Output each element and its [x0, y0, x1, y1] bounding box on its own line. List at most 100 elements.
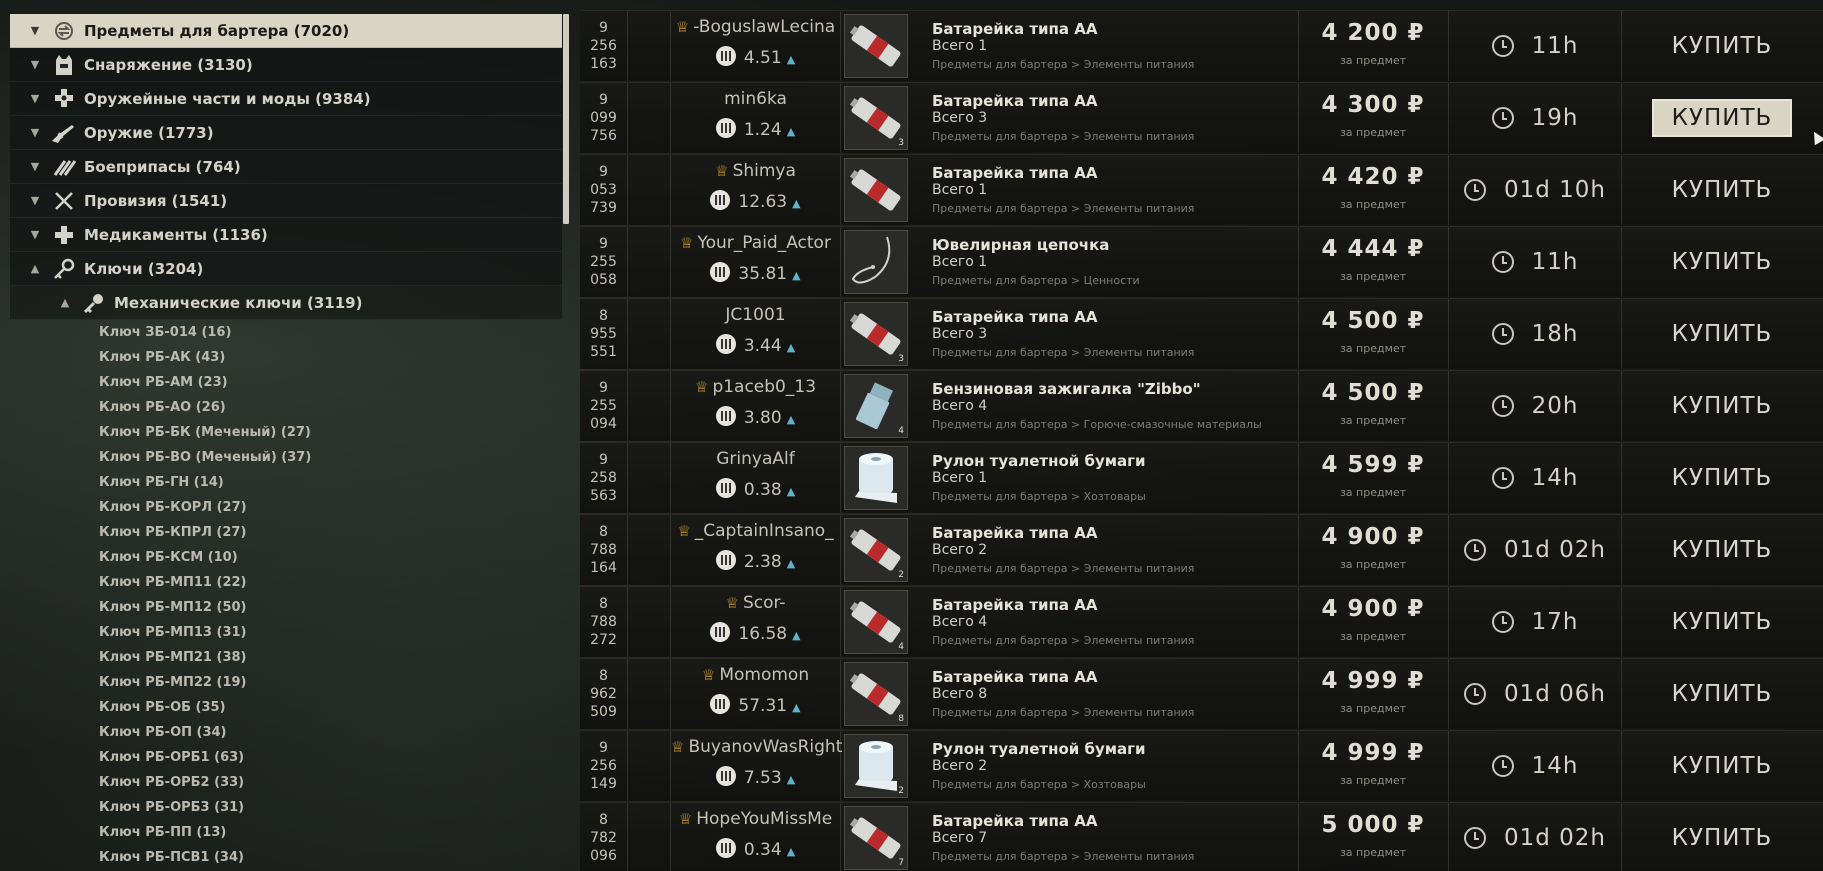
chevron-down-icon[interactable]: ▼ [20, 58, 50, 71]
key-list-item[interactable]: Ключ РБ-ОП (34) [10, 720, 562, 745]
seller-cell[interactable]: ♕ p1aceb0_13 3.80 ▲ [671, 371, 841, 441]
seller-cell[interactable]: ♕ HopeYouMissMe 0.34 ▲ [671, 803, 841, 871]
seller-name-line[interactable]: ♕ -BoguslawLecina [671, 17, 840, 37]
chevron-down-icon[interactable]: ▼ [20, 160, 50, 173]
chevron-down-icon[interactable]: ▼ [20, 92, 50, 105]
item-name[interactable]: Бензиновая зажигалка "Zibbo" [932, 380, 1201, 398]
seller-cell[interactable]: GrinyaAlf 0.38 ▲ [671, 443, 841, 513]
seller-cell[interactable]: JC1001 3.44 ▲ [671, 299, 841, 369]
seller-name[interactable]: GrinyaAlf [716, 449, 794, 469]
chevron-up-icon[interactable]: ▲ [50, 296, 80, 309]
seller-name-line[interactable]: ♕ _CaptainInsano_ [671, 521, 840, 541]
seller-name-line[interactable]: min6ka [671, 89, 840, 109]
chevron-up-icon[interactable]: ▲ [20, 262, 50, 275]
seller-cell[interactable]: ♕ Momomon 57.31 ▲ [671, 659, 841, 729]
buy-button[interactable]: КУПИТЬ [1656, 27, 1789, 65]
chevron-down-icon[interactable]: ▼ [20, 24, 50, 37]
seller-name[interactable]: Shimya [733, 161, 796, 181]
item-name[interactable]: Батарейка типа АА [932, 92, 1097, 110]
buy-button[interactable]: КУПИТЬ [1656, 747, 1789, 785]
seller-name-line[interactable]: ♕ p1aceb0_13 [671, 377, 840, 397]
key-list-item[interactable]: Ключ РБ-АМ (23) [10, 370, 562, 395]
buy-button[interactable]: КУПИТЬ [1656, 603, 1789, 641]
seller-name[interactable]: min6ka [724, 89, 787, 109]
key-list-item[interactable]: Ключ РБ-ВО (Меченый) (37) [10, 445, 562, 470]
seller-name[interactable]: _CaptainInsano_ [695, 521, 834, 541]
category-cutlery[interactable]: ▼ Провизия (1541) [10, 184, 562, 218]
key-list-item[interactable]: Ключ РБ-МП22 (19) [10, 670, 562, 695]
item-thumbnail[interactable]: 2 [844, 518, 908, 582]
category-gear-vest[interactable]: ▼ Снаряжение (3130) [10, 48, 562, 82]
seller-cell[interactable]: ♕ Your_Paid_Actor 35.81 ▲ [671, 227, 841, 297]
buy-button[interactable]: КУПИТЬ [1656, 531, 1789, 569]
seller-name[interactable]: -BoguslawLecina [693, 17, 835, 37]
key-list-item[interactable]: Ключ РБ-ПП (13) [10, 820, 562, 845]
buy-button[interactable]: КУПИТЬ [1656, 387, 1789, 425]
key-list-item[interactable]: Ключ РБ-ОРБ1 (63) [10, 745, 562, 770]
buy-button[interactable]: КУПИТЬ [1656, 675, 1789, 713]
buy-button[interactable]: КУПИТЬ [1656, 243, 1789, 281]
seller-name[interactable]: HopeYouMissMe [696, 809, 832, 829]
item-thumbnail[interactable] [844, 446, 908, 510]
seller-name[interactable]: Your_Paid_Actor [698, 233, 831, 253]
seller-name[interactable]: JC1001 [725, 305, 785, 325]
chevron-down-icon[interactable]: ▼ [20, 228, 50, 241]
key-list-item[interactable]: Ключ РБ-АО (26) [10, 395, 562, 420]
item-name[interactable]: Батарейка типа АА [932, 308, 1097, 326]
buy-button[interactable]: КУПИТЬ [1656, 171, 1789, 209]
key-list-item[interactable]: Ключ ЗБ-014 (16) [10, 320, 562, 345]
sidebar-scrollbar[interactable] [563, 14, 569, 224]
key-list-item[interactable]: Ключ РБ-МП21 (38) [10, 645, 562, 670]
item-name[interactable]: Батарейка типа АА [932, 20, 1097, 38]
seller-name[interactable]: Scor- [743, 593, 786, 613]
seller-name-line[interactable]: GrinyaAlf [671, 449, 840, 469]
key-list-item[interactable]: Ключ РБ-ОБ (35) [10, 695, 562, 720]
category-weapon-mods[interactable]: ▼ Оружейные части и моды (9384) [10, 82, 562, 116]
seller-name-line[interactable]: ♕ HopeYouMissMe [671, 809, 840, 829]
item-name[interactable]: Рулон туалетной бумаги [932, 740, 1145, 758]
key-list-item[interactable]: Ключ РБ-АК (43) [10, 345, 562, 370]
seller-cell[interactable]: ♕ Scor- 16.58 ▲ [671, 587, 841, 657]
category-medical[interactable]: ▼ Медикаменты (1136) [10, 218, 562, 252]
key-list-item[interactable]: Ключ РБ-КОРЛ (27) [10, 495, 562, 520]
key-list-item[interactable]: Ключ РБ-МП11 (22) [10, 570, 562, 595]
chevron-down-icon[interactable]: ▼ [20, 126, 50, 139]
item-name[interactable]: Ювелирная цепочка [932, 236, 1109, 254]
item-thumbnail[interactable] [844, 14, 908, 78]
item-name[interactable]: Батарейка типа АА [932, 524, 1097, 542]
item-thumbnail[interactable]: 3 [844, 86, 908, 150]
seller-name-line[interactable]: ♕ Momomon [671, 665, 840, 685]
seller-cell[interactable]: ♕ _CaptainInsano_ 2.38 ▲ [671, 515, 841, 585]
chevron-down-icon[interactable]: ▼ [20, 194, 50, 207]
seller-name-line[interactable]: ♕ Your_Paid_Actor [671, 233, 840, 253]
seller-name-line[interactable]: ♕ BuyanovWasRight [671, 737, 842, 757]
seller-name[interactable]: p1aceb0_13 [712, 377, 816, 397]
item-thumbnail[interactable]: 4 [844, 374, 908, 438]
seller-cell[interactable]: ♕ Shimya 12.63 ▲ [671, 155, 841, 225]
category-ammo[interactable]: ▼ Боеприпасы (764) [10, 150, 562, 184]
item-thumbnail[interactable]: 3 [844, 302, 908, 366]
seller-name-line[interactable]: ♕ Scor- [671, 593, 840, 613]
item-name[interactable]: Батарейка типа АА [932, 596, 1097, 614]
seller-cell[interactable]: ♕ BuyanovWasRight 7.53 ▲ [671, 731, 842, 801]
item-thumbnail[interactable] [844, 230, 908, 294]
buy-button[interactable]: КУПИТЬ [1656, 459, 1789, 497]
seller-name-line[interactable]: ♕ Shimya [671, 161, 840, 181]
item-thumbnail[interactable] [844, 158, 908, 222]
item-name[interactable]: Батарейка типа АА [932, 812, 1097, 830]
category-barter[interactable]: ▼ Предметы для бартера (7020) [10, 14, 562, 48]
category-rifle[interactable]: ▼ Оружие (1773) [10, 116, 562, 150]
subcategory-mechanical-keys[interactable]: ▲ Механические ключи (3119) [10, 286, 562, 320]
seller-cell[interactable]: min6ka 1.24 ▲ [671, 83, 841, 153]
category-keys[interactable]: ▲ Ключи (3204) [10, 252, 562, 286]
buy-button[interactable]: КУПИТЬ [1651, 99, 1793, 137]
item-name[interactable]: Рулон туалетной бумаги [932, 452, 1145, 470]
key-list-item[interactable]: Ключ РБ-ГН (14) [10, 470, 562, 495]
item-thumbnail[interactable]: 8 [844, 662, 908, 726]
key-list-item[interactable]: Ключ РБ-МП13 (31) [10, 620, 562, 645]
key-list-item[interactable]: Ключ РБ-КСМ (10) [10, 545, 562, 570]
item-name[interactable]: Батарейка типа АА [932, 668, 1097, 686]
key-list-item[interactable]: Ключ РБ-БК (Меченый) (27) [10, 420, 562, 445]
seller-name-line[interactable]: JC1001 [671, 305, 840, 325]
key-list-item[interactable]: Ключ РБ-КПРЛ (27) [10, 520, 562, 545]
